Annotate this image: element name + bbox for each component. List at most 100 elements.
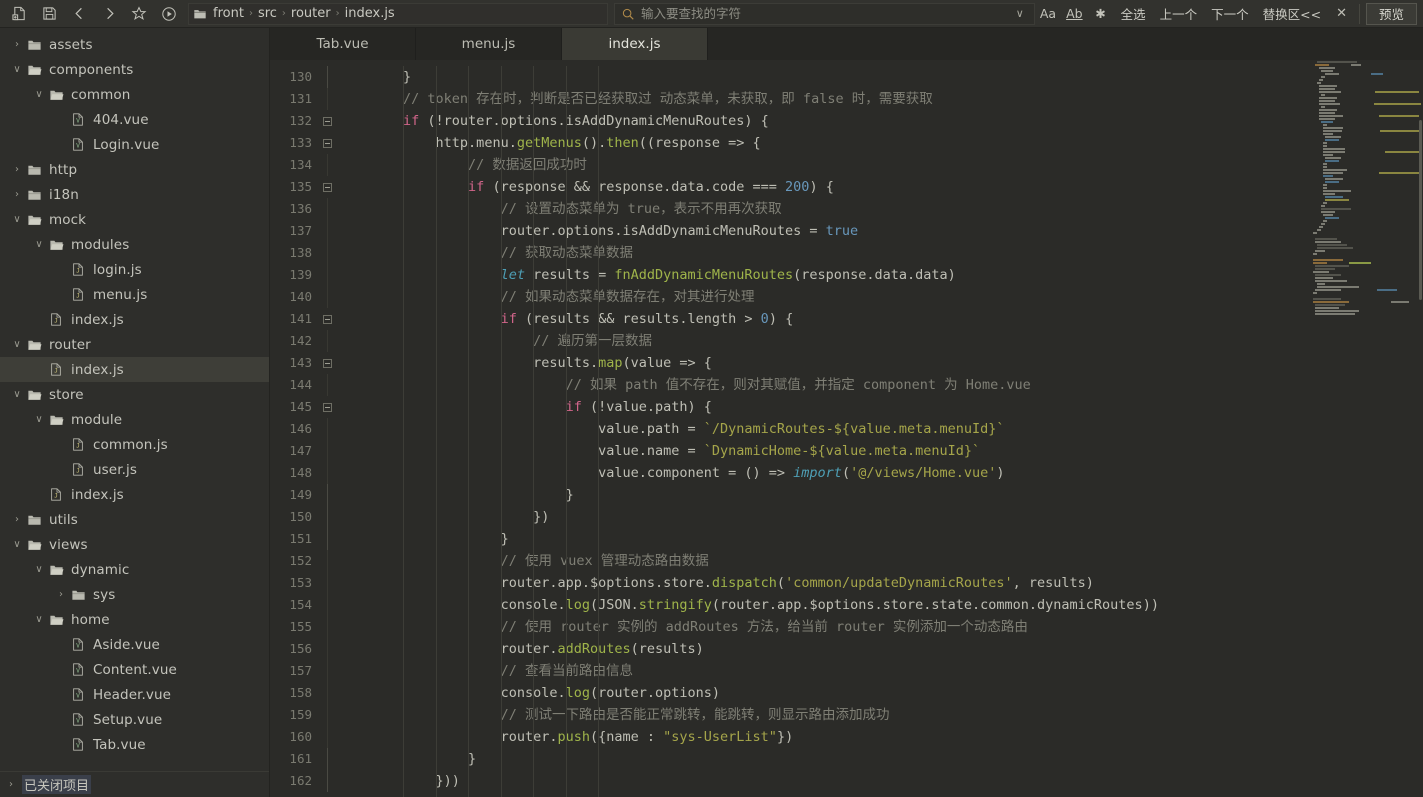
tree-item-home[interactable]: ∨ home	[0, 607, 269, 632]
tree-item-header-vue[interactable]: ›VHeader.vue	[0, 682, 269, 707]
code-line[interactable]: })	[338, 506, 1310, 528]
whole-word-button[interactable]: Ab	[1062, 3, 1087, 25]
code-line[interactable]: // 如果 path 值不存在，则对其赋值，并指定 component 为 Ho…	[338, 374, 1310, 396]
next-match-button[interactable]: 下一个	[1204, 3, 1256, 25]
tree-item-common[interactable]: ∨ common	[0, 82, 269, 107]
code-line[interactable]: }	[338, 528, 1310, 550]
chevron-right-icon[interactable]: ›	[10, 514, 24, 525]
tree-item-i18n[interactable]: › i18n	[0, 182, 269, 207]
tree-item-tab-vue[interactable]: ›VTab.vue	[0, 732, 269, 757]
chevron-right-icon[interactable]: ›	[54, 589, 68, 600]
code-line[interactable]: value.name = `DynamicHome-${value.meta.m…	[338, 440, 1310, 462]
tree-item-views[interactable]: ∨ views	[0, 532, 269, 557]
fold-toggle-icon[interactable]	[316, 352, 338, 374]
code-line[interactable]: // 如果动态菜单数据存在，对其进行处理	[338, 286, 1310, 308]
chevron-down-icon[interactable]: ∨	[32, 414, 46, 425]
breadcrumb-item-1[interactable]: src	[254, 6, 281, 21]
fold-toggle-icon[interactable]	[316, 132, 338, 154]
file-tree[interactable]: ›assets∨components∨common›V404.vue›VLogi…	[0, 28, 269, 771]
back-arrow-icon[interactable]	[64, 1, 94, 27]
tree-item-router[interactable]: ∨ router	[0, 332, 269, 357]
select-all-button[interactable]: 全选	[1114, 3, 1153, 25]
chevron-right-icon[interactable]: ›	[10, 39, 24, 50]
chevron-right-icon[interactable]: ›	[10, 164, 24, 175]
tree-item-components[interactable]: ∨ components	[0, 57, 269, 82]
tree-item-utils[interactable]: › utils	[0, 507, 269, 532]
bookmark-star-icon[interactable]	[124, 1, 154, 27]
tree-item-index-js[interactable]: ›Jindex.js	[0, 307, 269, 332]
code-fold-gutter[interactable]	[316, 60, 338, 797]
tree-item-index-js[interactable]: ›Jindex.js	[0, 357, 269, 382]
chevron-down-icon[interactable]: ∨	[10, 339, 24, 350]
tree-item-menu-js[interactable]: ›Jmenu.js	[0, 282, 269, 307]
chevron-down-icon[interactable]: ∨	[32, 614, 46, 625]
chevron-down-icon[interactable]: ∨	[32, 89, 46, 100]
tree-item-http[interactable]: › http	[0, 157, 269, 182]
code-line[interactable]: if (response && response.data.code === 2…	[338, 176, 1310, 198]
tree-item-user-js[interactable]: ›Juser.js	[0, 457, 269, 482]
search-field-container[interactable]: ∨	[614, 2, 1035, 25]
tree-item-common-js[interactable]: ›Jcommon.js	[0, 432, 269, 457]
chevron-down-icon[interactable]: ∨	[32, 239, 46, 250]
tree-item-login-vue[interactable]: ›VLogin.vue	[0, 132, 269, 157]
code-line[interactable]: // token 存在时，判断是否已经获取过 动态菜单，未获取，即 false …	[338, 88, 1310, 110]
code-line[interactable]: // 查看当前路由信息	[338, 660, 1310, 682]
code-line[interactable]: value.component = () => import('@/views/…	[338, 462, 1310, 484]
tree-item-content-vue[interactable]: ›VContent.vue	[0, 657, 269, 682]
tree-item-dynamic[interactable]: ∨ dynamic	[0, 557, 269, 582]
replace-panel-button[interactable]: 替换区<<	[1256, 3, 1328, 25]
code-line[interactable]: // 使用 vuex 管理动态路由数据	[338, 550, 1310, 572]
chevron-down-icon[interactable]: ∨	[10, 539, 24, 550]
breadcrumb-item-3[interactable]: index.js	[341, 6, 399, 21]
code-line[interactable]: if (!router.options.isAddDynamicMenuRout…	[338, 110, 1310, 132]
code-line[interactable]: // 获取动态菜单数据	[338, 242, 1310, 264]
tree-item-sys[interactable]: › sys	[0, 582, 269, 607]
scrollbar-thumb[interactable]	[1419, 120, 1422, 300]
run-icon[interactable]	[154, 1, 184, 27]
tab-menu-js[interactable]: menu.js	[416, 28, 562, 60]
tree-item-modules[interactable]: ∨ modules	[0, 232, 269, 257]
tree-item-mock[interactable]: ∨ mock	[0, 207, 269, 232]
previous-match-button[interactable]: 上一个	[1153, 3, 1205, 25]
code-line[interactable]: // 遍历第一层数据	[338, 330, 1310, 352]
new-file-icon[interactable]	[4, 1, 34, 27]
code-line[interactable]: console.log(JSON.stringify(router.app.$o…	[338, 594, 1310, 616]
editor-tabstrip[interactable]: Tab.vue menu.js index.js	[270, 28, 1423, 60]
chevron-right-icon[interactable]: ›	[10, 189, 24, 200]
code-line[interactable]: results.map(value => {	[338, 352, 1310, 374]
code-line[interactable]: value.path = `/DynamicRoutes-${value.met…	[338, 418, 1310, 440]
breadcrumb-item-0[interactable]: front	[209, 6, 248, 21]
breadcrumb-item-2[interactable]: router	[287, 6, 335, 21]
code-line[interactable]: console.log(router.options)	[338, 682, 1310, 704]
vertical-scrollbar[interactable]	[1419, 60, 1423, 797]
tab-index-js[interactable]: index.js	[562, 28, 708, 60]
code-line[interactable]: // 使用 router 实例的 addRoutes 方法，给当前 router…	[338, 616, 1310, 638]
tree-item-aside-vue[interactable]: ›VAside.vue	[0, 632, 269, 657]
tree-item-login-js[interactable]: ›Jlogin.js	[0, 257, 269, 282]
code-line[interactable]: router.options.isAddDynamicMenuRoutes = …	[338, 220, 1310, 242]
code-line[interactable]: router.addRoutes(results)	[338, 638, 1310, 660]
tree-item-module[interactable]: ∨ module	[0, 407, 269, 432]
fold-toggle-icon[interactable]	[316, 110, 338, 132]
search-input[interactable]	[637, 6, 1010, 21]
tree-item-404-vue[interactable]: ›V404.vue	[0, 107, 269, 132]
regex-button[interactable]: ✱	[1089, 3, 1113, 25]
code-line[interactable]: let results = fnAddDynamicMenuRoutes(res…	[338, 264, 1310, 286]
code-line[interactable]: http.menu.getMenus().then((response => {	[338, 132, 1310, 154]
tree-item-assets[interactable]: › assets	[0, 32, 269, 57]
tree-item-setup-vue[interactable]: ›VSetup.vue	[0, 707, 269, 732]
tree-item-store[interactable]: ∨ store	[0, 382, 269, 407]
code-minimap[interactable]	[1310, 60, 1423, 797]
code-line[interactable]: if (results && results.length > 0) {	[338, 308, 1310, 330]
code-line[interactable]: router.push({name : "sys-UserList"})	[338, 726, 1310, 748]
fold-toggle-icon[interactable]	[316, 176, 338, 198]
code-line[interactable]: if (!value.path) {	[338, 396, 1310, 418]
chevron-down-icon[interactable]: ∨	[32, 564, 46, 575]
forward-arrow-icon[interactable]	[94, 1, 124, 27]
code-line[interactable]: // 测试一下路由是否能正常跳转，能跳转，则显示路由添加成功	[338, 704, 1310, 726]
code-line[interactable]: }	[338, 66, 1310, 88]
breadcrumb[interactable]: front › src › router › index.js	[188, 2, 608, 25]
code-line[interactable]: // 数据返回成功时	[338, 154, 1310, 176]
code-line[interactable]: router.app.$options.store.dispatch('comm…	[338, 572, 1310, 594]
code-line[interactable]: }	[338, 484, 1310, 506]
